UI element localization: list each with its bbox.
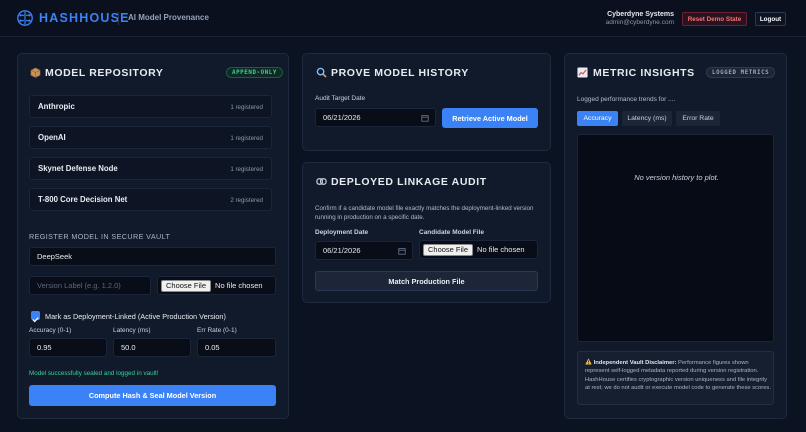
- logout-button[interactable]: Logout: [755, 12, 786, 26]
- magnifier-icon: [316, 67, 327, 78]
- tab-latency[interactable]: Latency (ms): [622, 111, 672, 126]
- linkage-title: DEPLOYED LINKAGE AUDIT: [331, 176, 487, 188]
- deployment-date-value: 06/21/2026: [323, 246, 361, 255]
- check-icon: [32, 317, 39, 323]
- latency-label: Latency (ms): [113, 327, 151, 334]
- file-status: No file chosen: [215, 281, 263, 290]
- warning-icon: [585, 358, 592, 365]
- deployment-linked-label: Mark as Deployment-Linked (Active Produc…: [45, 312, 226, 321]
- deployment-date-input[interactable]: 06/21/2026: [315, 241, 413, 260]
- tab-error-rate[interactable]: Error Rate: [676, 111, 720, 126]
- brand-divider: [118, 12, 119, 25]
- deployment-linked-checkbox[interactable]: [31, 311, 40, 323]
- err-rate-input[interactable]: 0.05: [197, 338, 276, 357]
- metric-chart-area: No version history to plot.: [577, 134, 774, 342]
- chart-icon: [577, 67, 588, 78]
- org-email: admin@cyberdyne.com: [605, 19, 674, 26]
- empty-chart-message: No version history to plot.: [634, 173, 719, 182]
- vault-disclaimer: Independent Vault Disclaimer: Performanc…: [577, 351, 774, 405]
- tab-accuracy[interactable]: Accuracy: [577, 111, 618, 126]
- provider-item[interactable]: Skynet Defense Node 1 registered: [29, 157, 272, 180]
- provider-item[interactable]: T-800 Core Decision Net 2 registered: [29, 188, 272, 211]
- logged-metrics-badge: LOGGED METRICS: [706, 67, 776, 78]
- candidate-file-picker[interactable]: Choose File No file chosen: [419, 240, 538, 259]
- calendar-icon[interactable]: [421, 114, 429, 122]
- provider-name: Anthropic: [38, 102, 75, 111]
- app-header: HASHHOUSE AI Model Provenance Cyberdyne …: [0, 0, 806, 37]
- metrics-title: METRIC INSIGHTS: [593, 67, 695, 79]
- candidate-file-label: Candidate Model File: [419, 229, 485, 236]
- provider-count: 2 registered: [230, 197, 263, 204]
- accuracy-input[interactable]: 0.95: [29, 338, 107, 357]
- circuit-brain-icon: [17, 10, 33, 26]
- provider-count: 1 registered: [230, 104, 263, 111]
- provider-name: T-800 Core Decision Net: [38, 195, 128, 204]
- audit-date-input[interactable]: 06/21/2026: [315, 108, 436, 127]
- register-section-label: REGISTER MODEL IN SECURE VAULT: [29, 232, 171, 241]
- disclaimer-title: Independent Vault Disclaimer:: [593, 360, 677, 366]
- provider-name: OpenAI: [38, 133, 66, 142]
- latency-input[interactable]: 50.0: [113, 338, 191, 357]
- audit-date-value: 06/21/2026: [323, 113, 361, 122]
- success-message: Model successfully sealed and logged in …: [29, 370, 159, 377]
- prove-title: PROVE MODEL HISTORY: [331, 67, 469, 79]
- tagline: AI Model Provenance: [128, 13, 209, 22]
- provider-item[interactable]: Anthropic 1 registered: [29, 95, 272, 118]
- org-name: Cyberdyne Systems: [607, 11, 674, 18]
- reset-demo-button[interactable]: Reset Demo State: [682, 12, 747, 26]
- metrics-subtitle: Logged performance trends for ....: [577, 96, 676, 103]
- err-rate-label: Err Rate (0-1): [197, 327, 237, 334]
- brand-name: HASHHOUSE: [39, 11, 130, 25]
- audit-date-label: Audit Target Date: [315, 95, 366, 102]
- append-only-badge: APPEND-ONLY: [226, 67, 283, 78]
- accuracy-label: Accuracy (0-1): [29, 327, 72, 334]
- calendar-icon[interactable]: [398, 247, 406, 255]
- model-file-picker[interactable]: Choose File No file chosen: [157, 276, 276, 295]
- match-production-file-button[interactable]: Match Production File: [315, 271, 538, 291]
- version-label-input[interactable]: Version Label (e.g. 1.2.0): [29, 276, 151, 295]
- seal-model-button[interactable]: Compute Hash & Seal Model Version: [29, 385, 276, 406]
- disclaimer-text: Independent Vault Disclaimer: Performanc…: [585, 358, 771, 392]
- file-status: No file chosen: [477, 245, 525, 254]
- retrieve-active-model-button[interactable]: Retrieve Active Model: [442, 108, 538, 128]
- provider-input[interactable]: DeepSeek: [29, 247, 276, 266]
- chain-link-icon: [316, 178, 327, 185]
- choose-file-button[interactable]: Choose File: [423, 243, 474, 256]
- repository-title: MODEL REPOSITORY: [45, 67, 164, 79]
- provider-count: 1 registered: [230, 135, 263, 142]
- provider-item[interactable]: OpenAI 1 registered: [29, 126, 272, 149]
- deployment-date-label: Deployment Date: [315, 229, 369, 236]
- provider-name: Skynet Defense Node: [38, 164, 118, 173]
- provider-count: 1 registered: [230, 166, 263, 173]
- choose-file-button[interactable]: Choose File: [161, 279, 212, 292]
- package-icon: [30, 67, 41, 78]
- linkage-description: Confirm if a candidate model file exactl…: [315, 205, 534, 221]
